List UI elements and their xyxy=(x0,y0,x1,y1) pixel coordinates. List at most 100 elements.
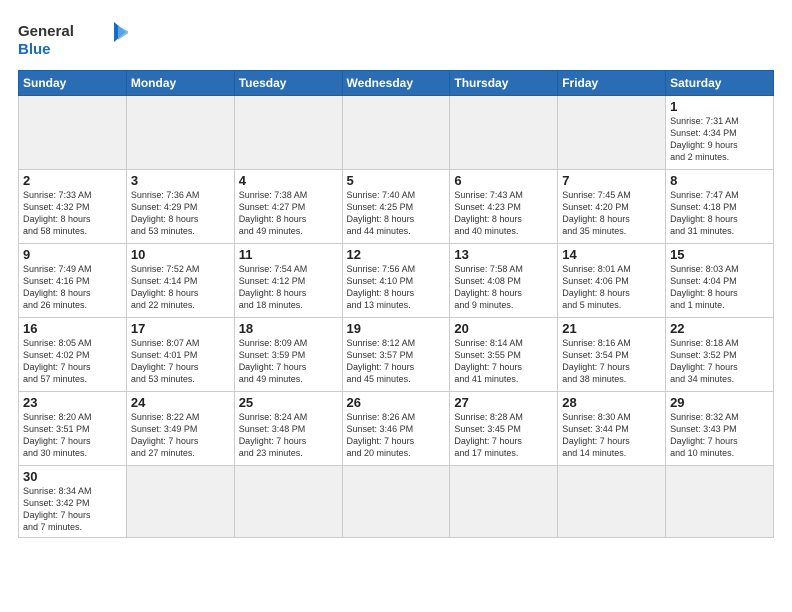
calendar-cell xyxy=(126,466,234,538)
day-info: Sunrise: 8:16 AM Sunset: 3:54 PM Dayligh… xyxy=(562,337,661,386)
day-number: 10 xyxy=(131,247,230,262)
day-info: Sunrise: 7:38 AM Sunset: 4:27 PM Dayligh… xyxy=(239,189,338,238)
week-row-2: 9Sunrise: 7:49 AM Sunset: 4:16 PM Daylig… xyxy=(19,244,774,318)
weekday-header-wednesday: Wednesday xyxy=(342,71,450,96)
day-info: Sunrise: 8:30 AM Sunset: 3:44 PM Dayligh… xyxy=(562,411,661,460)
day-info: Sunrise: 7:52 AM Sunset: 4:14 PM Dayligh… xyxy=(131,263,230,312)
day-info: Sunrise: 7:49 AM Sunset: 4:16 PM Dayligh… xyxy=(23,263,122,312)
day-number: 16 xyxy=(23,321,122,336)
day-info: Sunrise: 8:26 AM Sunset: 3:46 PM Dayligh… xyxy=(347,411,446,460)
day-number: 11 xyxy=(239,247,338,262)
calendar-cell xyxy=(342,96,450,170)
day-info: Sunrise: 7:45 AM Sunset: 4:20 PM Dayligh… xyxy=(562,189,661,238)
day-number: 25 xyxy=(239,395,338,410)
calendar-cell: 19Sunrise: 8:12 AM Sunset: 3:57 PM Dayli… xyxy=(342,318,450,392)
weekday-header-tuesday: Tuesday xyxy=(234,71,342,96)
day-number: 3 xyxy=(131,173,230,188)
calendar-cell xyxy=(450,96,558,170)
calendar-cell: 5Sunrise: 7:40 AM Sunset: 4:25 PM Daylig… xyxy=(342,170,450,244)
day-number: 15 xyxy=(670,247,769,262)
calendar-cell: 30Sunrise: 8:34 AM Sunset: 3:42 PM Dayli… xyxy=(19,466,127,538)
calendar-cell xyxy=(234,466,342,538)
calendar-cell: 28Sunrise: 8:30 AM Sunset: 3:44 PM Dayli… xyxy=(558,392,666,466)
day-info: Sunrise: 7:58 AM Sunset: 4:08 PM Dayligh… xyxy=(454,263,553,312)
day-number: 5 xyxy=(347,173,446,188)
day-info: Sunrise: 8:03 AM Sunset: 4:04 PM Dayligh… xyxy=(670,263,769,312)
day-info: Sunrise: 7:56 AM Sunset: 4:10 PM Dayligh… xyxy=(347,263,446,312)
day-number: 2 xyxy=(23,173,122,188)
day-info: Sunrise: 8:20 AM Sunset: 3:51 PM Dayligh… xyxy=(23,411,122,460)
day-number: 30 xyxy=(23,469,122,484)
day-number: 20 xyxy=(454,321,553,336)
day-number: 29 xyxy=(670,395,769,410)
day-number: 8 xyxy=(670,173,769,188)
day-number: 14 xyxy=(562,247,661,262)
day-number: 28 xyxy=(562,395,661,410)
week-row-0: 1Sunrise: 7:31 AM Sunset: 4:34 PM Daylig… xyxy=(19,96,774,170)
calendar-cell xyxy=(342,466,450,538)
day-info: Sunrise: 8:14 AM Sunset: 3:55 PM Dayligh… xyxy=(454,337,553,386)
weekday-header-monday: Monday xyxy=(126,71,234,96)
calendar-cell xyxy=(558,466,666,538)
day-info: Sunrise: 8:28 AM Sunset: 3:45 PM Dayligh… xyxy=(454,411,553,460)
week-row-1: 2Sunrise: 7:33 AM Sunset: 4:32 PM Daylig… xyxy=(19,170,774,244)
week-row-3: 16Sunrise: 8:05 AM Sunset: 4:02 PM Dayli… xyxy=(19,318,774,392)
weekday-header-thursday: Thursday xyxy=(450,71,558,96)
day-info: Sunrise: 8:05 AM Sunset: 4:02 PM Dayligh… xyxy=(23,337,122,386)
calendar-cell: 6Sunrise: 7:43 AM Sunset: 4:23 PM Daylig… xyxy=(450,170,558,244)
day-number: 7 xyxy=(562,173,661,188)
day-info: Sunrise: 8:18 AM Sunset: 3:52 PM Dayligh… xyxy=(670,337,769,386)
weekday-header-friday: Friday xyxy=(558,71,666,96)
calendar-cell: 24Sunrise: 8:22 AM Sunset: 3:49 PM Dayli… xyxy=(126,392,234,466)
logo-svg: General Blue xyxy=(18,18,128,60)
calendar-cell xyxy=(558,96,666,170)
header: General Blue xyxy=(18,18,774,60)
day-info: Sunrise: 8:12 AM Sunset: 3:57 PM Dayligh… xyxy=(347,337,446,386)
day-info: Sunrise: 8:01 AM Sunset: 4:06 PM Dayligh… xyxy=(562,263,661,312)
week-row-5: 30Sunrise: 8:34 AM Sunset: 3:42 PM Dayli… xyxy=(19,466,774,538)
calendar-cell: 21Sunrise: 8:16 AM Sunset: 3:54 PM Dayli… xyxy=(558,318,666,392)
day-number: 22 xyxy=(670,321,769,336)
day-info: Sunrise: 7:47 AM Sunset: 4:18 PM Dayligh… xyxy=(670,189,769,238)
logo: General Blue xyxy=(18,18,128,60)
day-number: 12 xyxy=(347,247,446,262)
calendar-cell: 8Sunrise: 7:47 AM Sunset: 4:18 PM Daylig… xyxy=(666,170,774,244)
day-number: 18 xyxy=(239,321,338,336)
calendar-cell xyxy=(126,96,234,170)
day-number: 24 xyxy=(131,395,230,410)
day-info: Sunrise: 7:36 AM Sunset: 4:29 PM Dayligh… xyxy=(131,189,230,238)
day-info: Sunrise: 8:24 AM Sunset: 3:48 PM Dayligh… xyxy=(239,411,338,460)
day-number: 4 xyxy=(239,173,338,188)
calendar-cell: 15Sunrise: 8:03 AM Sunset: 4:04 PM Dayli… xyxy=(666,244,774,318)
day-number: 17 xyxy=(131,321,230,336)
calendar-cell: 1Sunrise: 7:31 AM Sunset: 4:34 PM Daylig… xyxy=(666,96,774,170)
calendar-cell: 18Sunrise: 8:09 AM Sunset: 3:59 PM Dayli… xyxy=(234,318,342,392)
calendar-cell: 26Sunrise: 8:26 AM Sunset: 3:46 PM Dayli… xyxy=(342,392,450,466)
day-number: 23 xyxy=(23,395,122,410)
calendar-cell xyxy=(19,96,127,170)
calendar-cell: 20Sunrise: 8:14 AM Sunset: 3:55 PM Dayli… xyxy=(450,318,558,392)
day-number: 13 xyxy=(454,247,553,262)
day-info: Sunrise: 7:33 AM Sunset: 4:32 PM Dayligh… xyxy=(23,189,122,238)
day-number: 21 xyxy=(562,321,661,336)
day-info: Sunrise: 8:34 AM Sunset: 3:42 PM Dayligh… xyxy=(23,485,122,534)
calendar-cell: 13Sunrise: 7:58 AM Sunset: 4:08 PM Dayli… xyxy=(450,244,558,318)
calendar-cell: 27Sunrise: 8:28 AM Sunset: 3:45 PM Dayli… xyxy=(450,392,558,466)
calendar-cell: 4Sunrise: 7:38 AM Sunset: 4:27 PM Daylig… xyxy=(234,170,342,244)
calendar-cell xyxy=(450,466,558,538)
day-number: 6 xyxy=(454,173,553,188)
day-number: 26 xyxy=(347,395,446,410)
calendar-cell: 29Sunrise: 8:32 AM Sunset: 3:43 PM Dayli… xyxy=(666,392,774,466)
calendar-cell: 11Sunrise: 7:54 AM Sunset: 4:12 PM Dayli… xyxy=(234,244,342,318)
calendar-cell: 3Sunrise: 7:36 AM Sunset: 4:29 PM Daylig… xyxy=(126,170,234,244)
page: General Blue SundayMondayTuesdayWednesda… xyxy=(0,0,792,612)
day-info: Sunrise: 8:09 AM Sunset: 3:59 PM Dayligh… xyxy=(239,337,338,386)
weekday-header-row: SundayMondayTuesdayWednesdayThursdayFrid… xyxy=(19,71,774,96)
calendar-cell: 23Sunrise: 8:20 AM Sunset: 3:51 PM Dayli… xyxy=(19,392,127,466)
calendar-cell: 16Sunrise: 8:05 AM Sunset: 4:02 PM Dayli… xyxy=(19,318,127,392)
calendar-cell: 14Sunrise: 8:01 AM Sunset: 4:06 PM Dayli… xyxy=(558,244,666,318)
calendar-cell: 2Sunrise: 7:33 AM Sunset: 4:32 PM Daylig… xyxy=(19,170,127,244)
calendar-cell: 10Sunrise: 7:52 AM Sunset: 4:14 PM Dayli… xyxy=(126,244,234,318)
day-info: Sunrise: 8:32 AM Sunset: 3:43 PM Dayligh… xyxy=(670,411,769,460)
calendar-cell: 25Sunrise: 8:24 AM Sunset: 3:48 PM Dayli… xyxy=(234,392,342,466)
